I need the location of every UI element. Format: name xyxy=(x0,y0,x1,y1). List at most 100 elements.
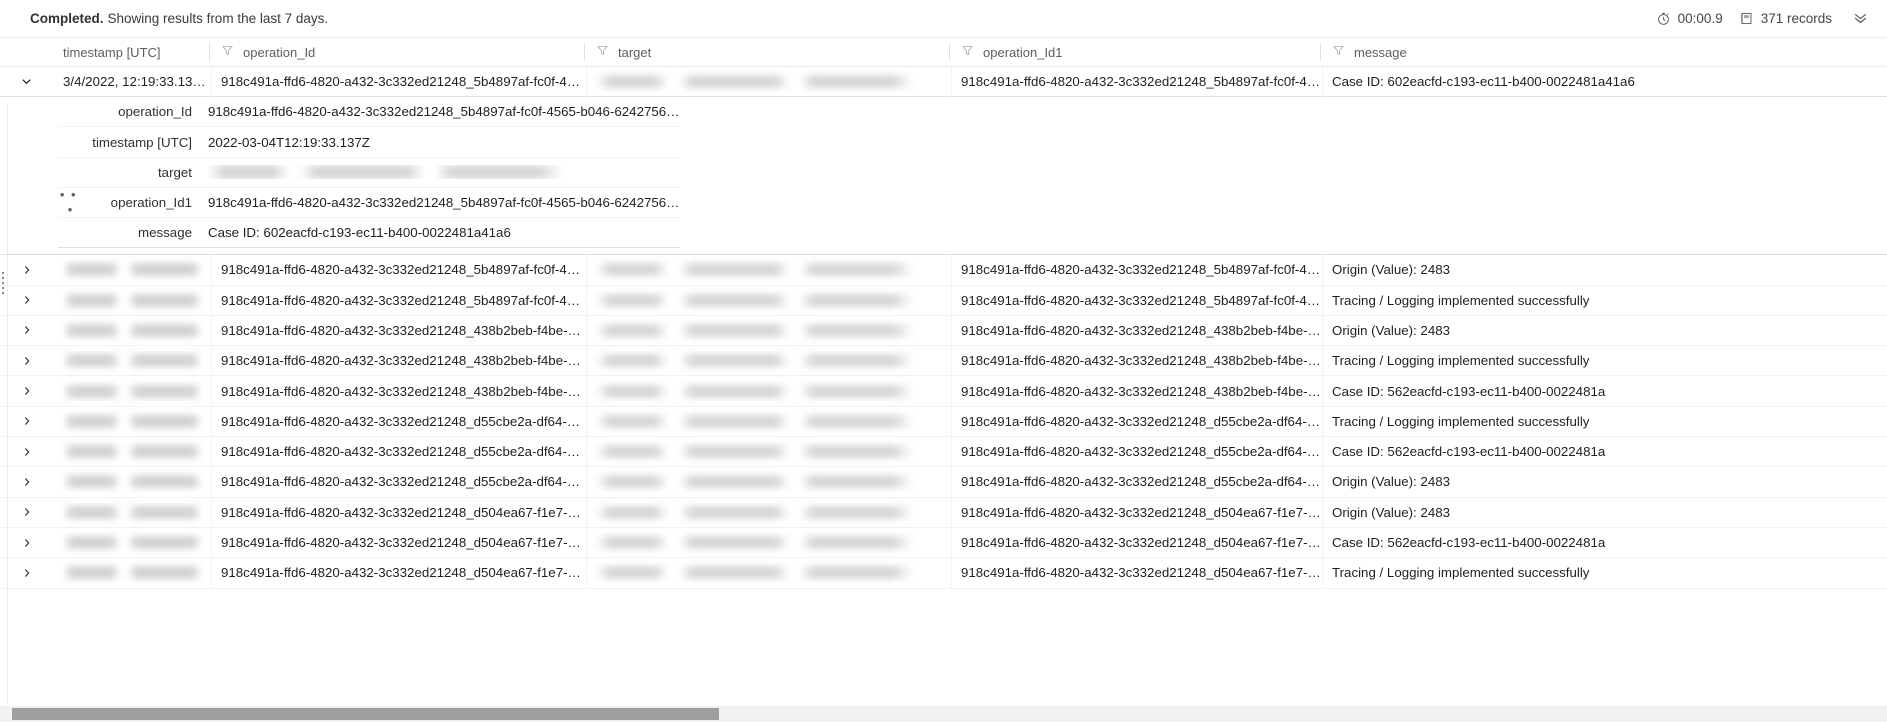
cell-message-text: Tracing / Logging implemented successful… xyxy=(1332,565,1590,581)
cell-timestamp xyxy=(53,315,211,345)
chevron-down-icon[interactable] xyxy=(0,75,53,88)
cell-operation-id1: 918c491a-ffd6-4820-a432-3c332ed21248_5b4… xyxy=(951,254,1322,286)
column-header-timestamp[interactable]: timestamp [UTC] xyxy=(53,37,211,67)
cell-operation-id1-text: 918c491a-ffd6-4820-a432-3c332ed21248_5b4… xyxy=(961,262,1322,278)
column-header-message[interactable]: message xyxy=(1322,37,1887,67)
table-row[interactable]: 918c491a-ffd6-4820-a432-3c332ed21248_d50… xyxy=(0,527,1887,559)
resize-handle[interactable] xyxy=(2,272,8,294)
detail-value xyxy=(208,165,680,180)
cell-timestamp xyxy=(53,527,211,557)
cell-operation-id-text: 918c491a-ffd6-4820-a432-3c332ed21248_5b4… xyxy=(221,292,586,308)
cell-target xyxy=(586,466,951,498)
cell-message: Tracing / Logging implemented successful… xyxy=(1322,557,1887,588)
redacted-value xyxy=(63,384,203,398)
table-rows: 918c491a-ffd6-4820-a432-3c332ed21248_5b4… xyxy=(0,254,1887,589)
filter-icon[interactable] xyxy=(1332,44,1345,60)
results-table-body[interactable]: 3/4/2022, 12:19:33.137 PM 918c491a-ffd6-… xyxy=(0,67,1887,722)
column-divider[interactable] xyxy=(949,43,950,61)
cell-operation-id1: 918c491a-ffd6-4820-a432-3c332ed21248_d55… xyxy=(951,436,1322,467)
table-row[interactable]: 918c491a-ffd6-4820-a432-3c332ed21248_5b4… xyxy=(0,254,1887,286)
cell-operation-id1-text: 918c491a-ffd6-4820-a432-3c332ed21248_d55… xyxy=(961,444,1322,460)
cell-operation-id1: 918c491a-ffd6-4820-a432-3c332ed21248_d50… xyxy=(951,527,1322,558)
cell-operation-id: 918c491a-ffd6-4820-a432-3c332ed21248_d50… xyxy=(211,557,586,588)
redacted-value xyxy=(63,293,203,307)
cell-operation-id1: 918c491a-ffd6-4820-a432-3c332ed21248_d50… xyxy=(951,497,1322,528)
cell-message-text: Origin (Value): 2483 xyxy=(1332,262,1451,278)
column-header-operation-id[interactable]: operation_Id xyxy=(211,37,586,67)
cell-timestamp xyxy=(53,467,211,497)
table-row[interactable]: 918c491a-ffd6-4820-a432-3c332ed21248_d55… xyxy=(0,436,1887,468)
table-row[interactable]: 918c491a-ffd6-4820-a432-3c332ed21248_5b4… xyxy=(0,285,1887,316)
cell-operation-id-text: 918c491a-ffd6-4820-a432-3c332ed21248_d55… xyxy=(221,413,586,429)
cell-operation-id-text: 918c491a-ffd6-4820-a432-3c332ed21248_d55… xyxy=(221,474,586,490)
redacted-value xyxy=(596,354,941,368)
cell-target xyxy=(586,497,951,528)
records-icon xyxy=(1739,11,1754,26)
table-row[interactable]: 918c491a-ffd6-4820-a432-3c332ed21248_d55… xyxy=(0,466,1887,498)
detail-value: Case ID: 602eacfd-c193-ec11-b400-0022481… xyxy=(208,225,511,241)
table-row[interactable]: 918c491a-ffd6-4820-a432-3c332ed21248_d50… xyxy=(0,497,1887,528)
column-header-target[interactable]: target xyxy=(586,37,951,67)
cell-operation-id: 918c491a-ffd6-4820-a432-3c332ed21248_5b4… xyxy=(211,254,586,286)
cell-timestamp xyxy=(53,437,211,467)
cell-operation-id1: 918c491a-ffd6-4820-a432-3c332ed21248_d55… xyxy=(951,466,1322,498)
cell-operation-id1: 918c491a-ffd6-4820-a432-3c332ed21248_d55… xyxy=(951,406,1322,437)
cell-message: Tracing / Logging implemented successful… xyxy=(1322,406,1887,437)
cell-message: Case ID: 562eacfd-c193-ec11-b400-0022481… xyxy=(1322,375,1887,407)
redacted-value xyxy=(596,566,941,580)
cell-operation-id1-text: 918c491a-ffd6-4820-a432-3c332ed21248_5b4… xyxy=(961,74,1322,90)
detail-row: operation_Id 918c491a-ffd6-4820-a432-3c33… xyxy=(58,97,680,128)
filter-icon[interactable] xyxy=(961,44,974,60)
cell-timestamp: 3/4/2022, 12:19:33.137 PM xyxy=(53,67,211,97)
horizontal-scrollbar-thumb[interactable] xyxy=(12,708,719,720)
cell-operation-id1: 918c491a-ffd6-4820-a432-3c332ed21248_438… xyxy=(951,375,1322,407)
redacted-value xyxy=(596,445,941,459)
filter-icon[interactable] xyxy=(596,44,609,60)
detail-row: target xyxy=(58,158,680,188)
cell-operation-id-text: 918c491a-ffd6-4820-a432-3c332ed21248_d55… xyxy=(221,444,586,460)
horizontal-scrollbar[interactable] xyxy=(0,706,1887,722)
redacted-value xyxy=(596,263,941,277)
cell-timestamp xyxy=(53,376,211,406)
table-row-expanded[interactable]: 3/4/2022, 12:19:33.137 PM 918c491a-ffd6-… xyxy=(0,67,1887,98)
cell-timestamp xyxy=(53,285,211,315)
column-header-operation-id1[interactable]: operation_Id1 xyxy=(951,37,1322,67)
cell-operation-id: 918c491a-ffd6-4820-a432-3c332ed21248_438… xyxy=(211,315,586,346)
table-row[interactable]: 918c491a-ffd6-4820-a432-3c332ed21248_d55… xyxy=(0,406,1887,438)
column-divider[interactable] xyxy=(584,43,585,61)
detail-value: 918c491a-ffd6-4820-a432-3c332ed21248_5b4… xyxy=(208,194,680,210)
results-status-bar: Completed. Showing results from the last… xyxy=(0,0,1887,37)
table-row[interactable]: 918c491a-ffd6-4820-a432-3c332ed21248_d50… xyxy=(0,557,1887,589)
duration-text: 00:00.9 xyxy=(1677,11,1723,26)
redacted-value xyxy=(63,263,203,277)
cell-target xyxy=(586,67,951,97)
cell-operation-id-text: 918c491a-ffd6-4820-a432-3c332ed21248_5b4… xyxy=(221,262,586,278)
cell-message-text: Case ID: 602eacfd-c193-ec11-b400-0022481… xyxy=(1332,74,1635,90)
cell-operation-id1-text: 918c491a-ffd6-4820-a432-3c332ed21248_d55… xyxy=(961,474,1322,490)
cell-target xyxy=(586,254,951,286)
column-divider[interactable] xyxy=(209,43,210,61)
cell-message: Origin (Value): 2483 xyxy=(1322,497,1887,528)
more-options-icon[interactable]: • • • xyxy=(58,187,84,217)
filter-icon[interactable] xyxy=(221,44,234,60)
status-message: Completed. Showing results from the last… xyxy=(30,11,328,26)
cell-operation-id-text: 918c491a-ffd6-4820-a432-3c332ed21248_d50… xyxy=(221,535,586,551)
record-count-text: 371 records xyxy=(1760,11,1832,26)
column-divider[interactable] xyxy=(1320,43,1321,61)
table-row[interactable]: 918c491a-ffd6-4820-a432-3c332ed21248_438… xyxy=(0,345,1887,377)
table-row[interactable]: 918c491a-ffd6-4820-a432-3c332ed21248_438… xyxy=(0,315,1887,347)
cell-target xyxy=(586,345,951,376)
redacted-value xyxy=(63,475,203,489)
cell-operation-id-text: 918c491a-ffd6-4820-a432-3c332ed21248_d50… xyxy=(221,565,586,581)
cell-operation-id: 918c491a-ffd6-4820-a432-3c332ed21248_5b4… xyxy=(211,285,586,316)
cell-message-text: Origin (Value): 2483 xyxy=(1332,322,1451,338)
double-chevron-down-icon[interactable] xyxy=(1848,7,1873,31)
column-header-message-label: message xyxy=(1354,44,1407,60)
redacted-value xyxy=(596,293,941,307)
detail-row: message Case ID: 602eacfd-c193-ec11-b400-… xyxy=(58,218,680,249)
table-row[interactable]: 918c491a-ffd6-4820-a432-3c332ed21248_438… xyxy=(0,375,1887,407)
redacted-value xyxy=(63,354,203,368)
cell-target xyxy=(586,315,951,346)
cell-message-text: Tracing / Logging implemented successful… xyxy=(1332,292,1590,308)
redacted-value xyxy=(63,445,203,459)
